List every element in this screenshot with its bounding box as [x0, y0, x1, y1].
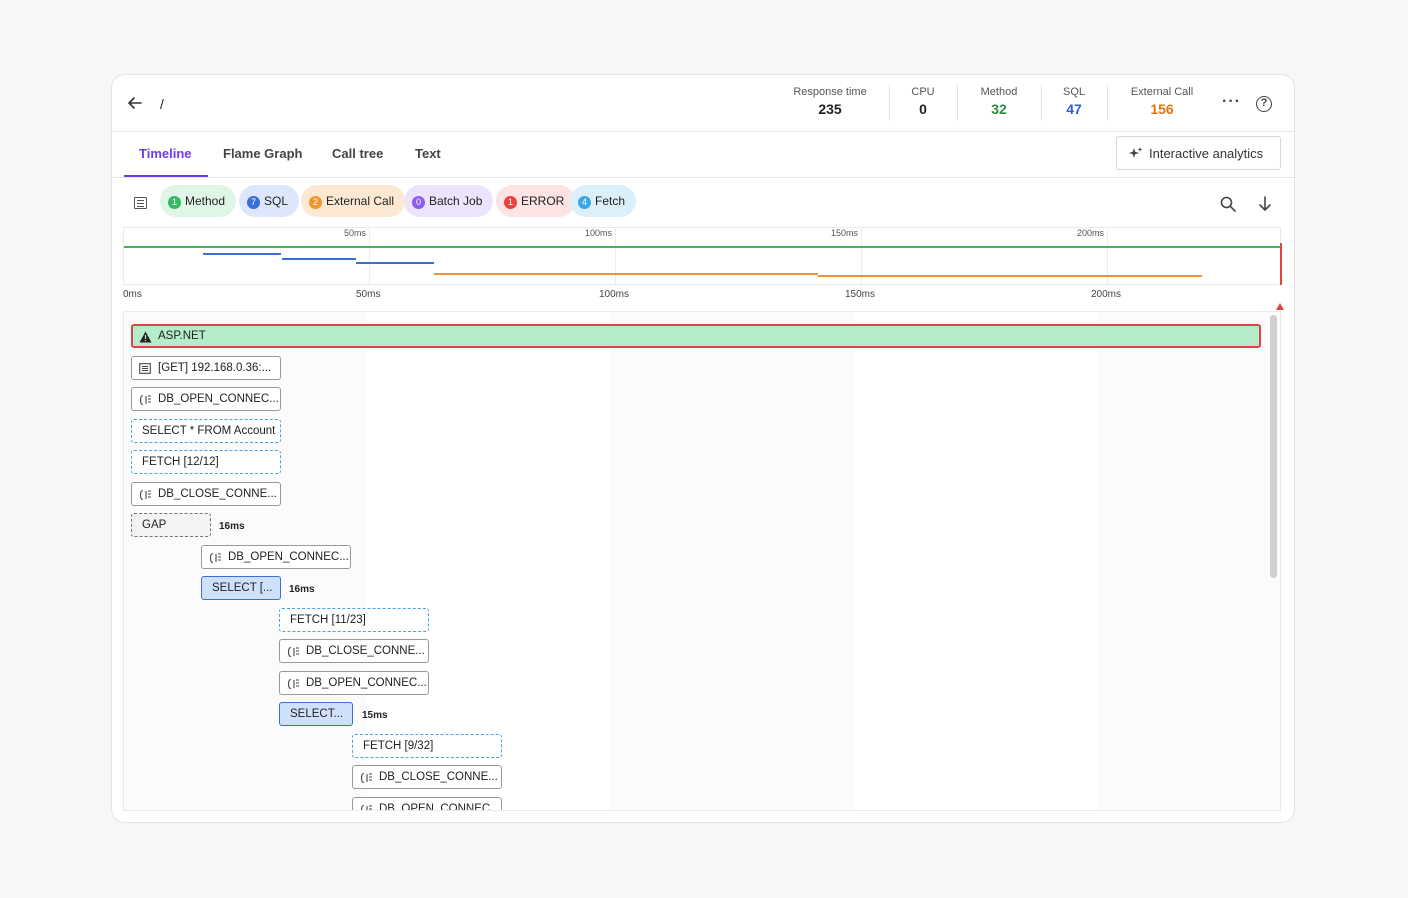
- filter-chip-method[interactable]: 1 Method: [160, 185, 237, 217]
- metric-cpu: CPU 0: [911, 86, 935, 117]
- filter-chip-error[interactable]: 1 ERROR: [496, 185, 576, 217]
- span-db-close-connection[interactable]: DB_CLOSE_CONNE...: [131, 482, 281, 506]
- tab-timeline[interactable]: Timeline: [139, 146, 192, 161]
- db-connection-icon: [139, 394, 151, 406]
- axis-tick: 50ms: [356, 289, 381, 300]
- overview-end-marker: [1280, 243, 1282, 285]
- span-fetch[interactable]: FETCH [12/12]: [131, 450, 281, 474]
- db-connection-icon: [139, 489, 151, 501]
- span-gap[interactable]: GAP: [131, 513, 211, 537]
- filter-chip-external-call[interactable]: 2 External Call: [301, 185, 406, 217]
- vertical-scrollbar[interactable]: [1270, 315, 1277, 578]
- search-icon[interactable]: [1219, 195, 1237, 213]
- filter-chip-batch-job[interactable]: 0 Batch Job: [404, 185, 494, 217]
- overview-sql-line: [356, 262, 434, 264]
- tab-flame-graph[interactable]: Flame Graph: [223, 146, 302, 161]
- interactive-analytics-label: Interactive analytics: [1149, 146, 1264, 161]
- gridline: [861, 228, 862, 286]
- span-sql-select[interactable]: SELECT...: [279, 702, 353, 726]
- span-db-open-connection[interactable]: DB_OPEN_CONNEC...: [352, 797, 502, 810]
- span-db-close-connection[interactable]: DB_CLOSE_CONNE...: [352, 765, 502, 789]
- span-asp-net[interactable]: ASP.NET: [131, 324, 1261, 348]
- overview-tick: 50ms: [343, 228, 366, 238]
- transaction-detail-panel: / Response time 235 CPU 0 Method 32 SQL …: [111, 74, 1295, 823]
- document-icon: [139, 363, 151, 374]
- db-connection-icon: [287, 678, 299, 690]
- span-duration: 16ms: [289, 584, 315, 595]
- tab-bar: Timeline Flame Graph Call tree Text Inte…: [112, 132, 1294, 178]
- metric-method: Method 32: [980, 86, 1018, 117]
- metric-sql: SQL 47: [1062, 86, 1085, 117]
- span-duration: 16ms: [219, 521, 245, 532]
- filter-chip-fetch[interactable]: 4 Fetch: [570, 185, 637, 217]
- span-sql-select[interactable]: SELECT * FROM Account: [131, 419, 281, 443]
- divider: [1107, 85, 1108, 121]
- overview-method-line: [124, 246, 1281, 248]
- span-db-open-connection[interactable]: DB_OPEN_CONNEC...: [279, 671, 429, 695]
- span-fetch[interactable]: FETCH [11/23]: [279, 608, 429, 632]
- transaction-path: /: [160, 96, 164, 112]
- db-connection-icon: [287, 646, 299, 658]
- metric-external-call: External Call 156: [1130, 86, 1194, 117]
- back-arrow-icon[interactable]: [126, 94, 144, 112]
- overview-sql-line: [282, 258, 356, 260]
- more-options-icon[interactable]: ···: [1222, 93, 1241, 111]
- overview-tick: 100ms: [584, 228, 612, 238]
- active-tab-indicator: [124, 175, 208, 177]
- list-view-icon[interactable]: [134, 197, 147, 209]
- span-db-open-connection[interactable]: DB_OPEN_CONNEC...: [201, 545, 351, 569]
- gridline: [369, 228, 370, 286]
- warning-icon: [139, 331, 152, 343]
- overview-external-line: [818, 275, 1202, 277]
- interactive-analytics-button[interactable]: Interactive analytics: [1116, 136, 1281, 170]
- span-fetch[interactable]: FETCH [9/32]: [352, 734, 502, 758]
- span-db-open-connection[interactable]: DB_OPEN_CONNEC...: [131, 387, 281, 411]
- header: / Response time 235 CPU 0 Method 32 SQL …: [112, 75, 1294, 132]
- db-connection-icon: [360, 772, 372, 784]
- divider: [1041, 85, 1042, 121]
- divider: [889, 85, 890, 121]
- help-icon[interactable]: ?: [1256, 96, 1272, 112]
- filter-bar: 1 Method 7 SQL 2 External Call 0 Batch Job 1…: [112, 179, 1294, 223]
- divider: [957, 85, 958, 121]
- timeline-chart: ASP.NET [GET] 192.168.0.36:... DB_OPEN_C…: [123, 311, 1281, 811]
- axis-tick: 150ms: [845, 289, 876, 300]
- overview-tick: 150ms: [830, 228, 858, 238]
- axis-tick: 0ms: [123, 289, 142, 300]
- span-http-request[interactable]: [GET] 192.168.0.36:...: [131, 356, 281, 380]
- tab-call-tree[interactable]: Call tree: [332, 146, 383, 161]
- overview-sql-line: [203, 253, 281, 255]
- overview-external-line: [434, 273, 818, 275]
- overview-tick: 200ms: [1076, 228, 1104, 238]
- axis-tick: 100ms: [599, 289, 630, 300]
- arrow-down-icon[interactable]: [1256, 195, 1274, 213]
- db-connection-icon: [360, 804, 372, 810]
- db-connection-icon: [209, 552, 221, 564]
- sparkle-icon: [1129, 147, 1143, 158]
- axis-tick: 200ms: [1091, 289, 1122, 300]
- span-db-close-connection[interactable]: DB_CLOSE_CONNE...: [279, 639, 429, 663]
- span-duration: 15ms: [362, 710, 388, 721]
- metric-response-time: Response time 235: [793, 86, 867, 117]
- error-marker-icon: [1276, 303, 1284, 310]
- time-axis: 0ms 50ms 100ms 150ms 200ms: [123, 289, 1281, 305]
- gridline: [1107, 228, 1108, 286]
- span-sql-select[interactable]: SELECT [...: [201, 576, 281, 600]
- time-band: [854, 312, 1098, 810]
- gridline: [615, 228, 616, 286]
- tab-text[interactable]: Text: [415, 146, 441, 161]
- filter-chip-sql[interactable]: 7 SQL: [239, 185, 300, 217]
- timeline-overview-minimap[interactable]: 50ms 100ms 150ms 200ms: [123, 227, 1282, 286]
